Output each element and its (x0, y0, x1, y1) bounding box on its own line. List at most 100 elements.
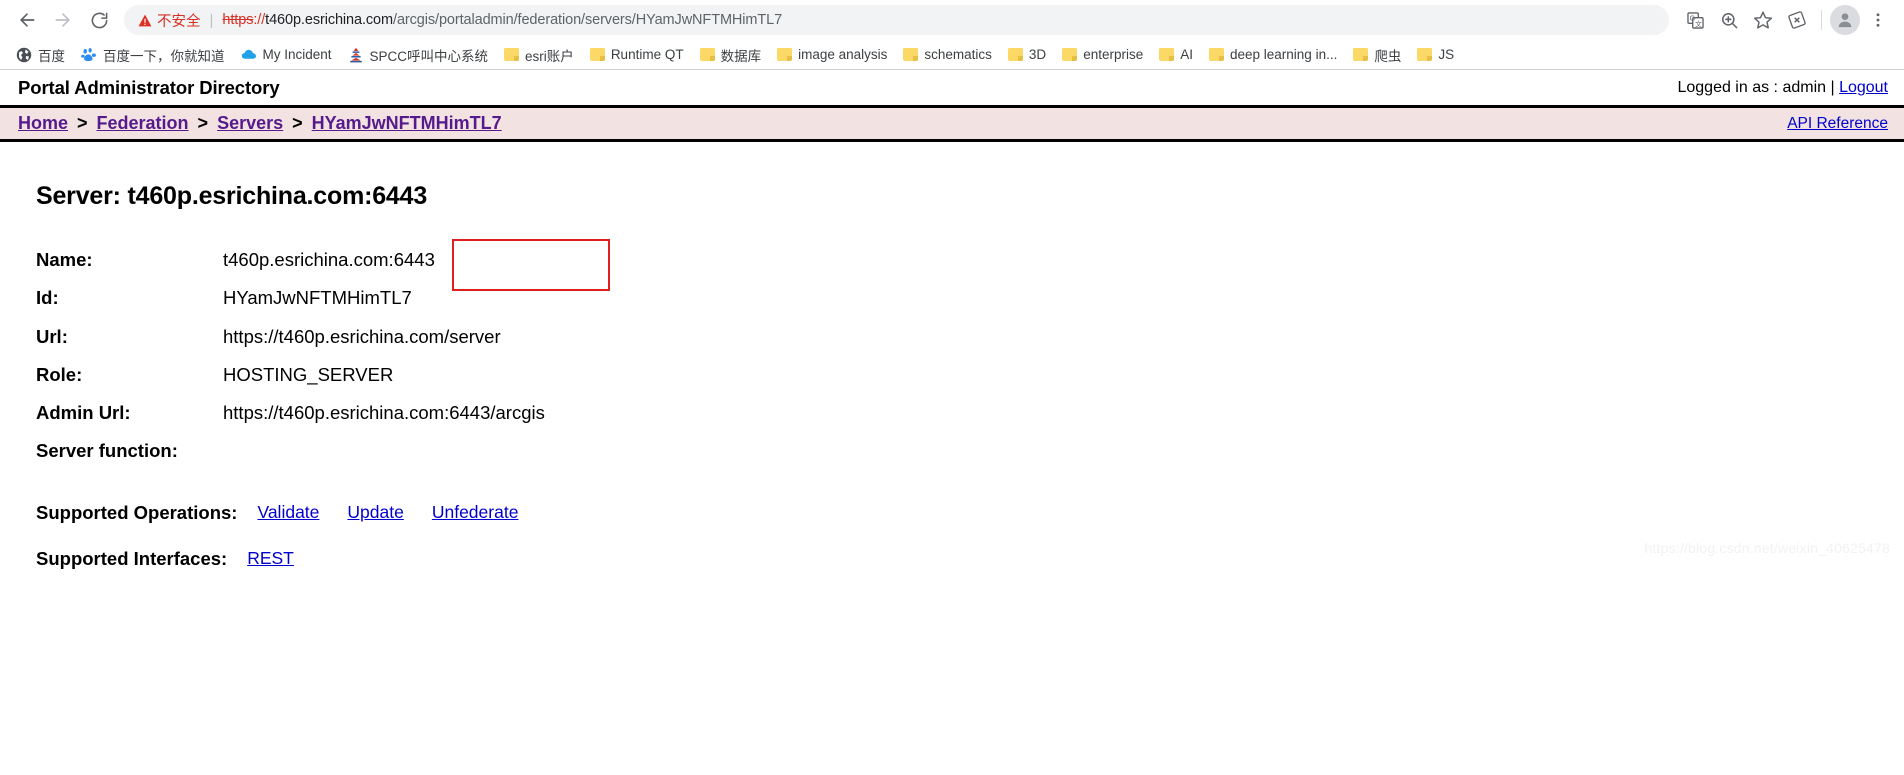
property-label: Admin Url: (36, 402, 131, 424)
supported-interfaces-row: Supported Interfaces: REST (36, 548, 1904, 570)
login-status: Logged in as : admin | Logout (1677, 79, 1888, 97)
insecure-indicator[interactable]: 不安全 (138, 10, 201, 31)
portal-header: Portal Administrator Directory Logged in… (0, 70, 1904, 108)
bookmark-folder-enterprise[interactable]: enterprise (1054, 44, 1151, 65)
portal-admin-page: Portal Administrator Directory Logged in… (0, 70, 1904, 570)
bookmark-label: 百度 (38, 48, 65, 64)
breadcrumb-separator: > (77, 113, 88, 133)
forward-button[interactable] (46, 3, 80, 37)
bookmark-star-icon[interactable] (1747, 4, 1779, 36)
property-value: https://t460p.esrichina.com/server (223, 325, 501, 347)
bookmark-label: JS (1438, 47, 1455, 62)
bookmark-folder-schematics[interactable]: schematics (895, 44, 1000, 65)
folder-icon (589, 48, 605, 61)
back-button[interactable] (10, 3, 44, 37)
profile-avatar-icon[interactable] (1830, 5, 1860, 35)
extension-icon[interactable] (1781, 4, 1813, 36)
baidu-paw-icon (81, 47, 96, 61)
bookmark-folder-ai[interactable]: AI (1151, 44, 1201, 65)
table-row: Name: t460p.esrichina.com:6443 (36, 249, 545, 287)
warning-triangle-icon (138, 14, 152, 26)
watermark: https://blog.csdn.net/weixin_40625478 (1644, 539, 1890, 556)
bookmark-folder-crawler[interactable]: 爬虫 (1345, 42, 1409, 68)
bookmark-label: SPCC呼叫中心系统 (369, 48, 489, 64)
property-label: Role: (36, 363, 83, 385)
bookmark-folder-deep-learning[interactable]: deep learning in... (1201, 44, 1345, 65)
folder-icon (1007, 48, 1023, 61)
api-reference: API Reference (1787, 115, 1888, 133)
breadcrumb-trail: Home > Federation > Servers > HYamJwNFTM… (18, 113, 502, 134)
bookmark-label: enterprise (1083, 47, 1144, 62)
three-dot-menu-icon[interactable] (1862, 4, 1894, 36)
breadcrumb-item-server-id[interactable]: HYamJwNFTMHimTL7 (312, 113, 502, 134)
property-label: Url: (36, 325, 68, 347)
supported-operations-label: Supported Operations: (36, 501, 238, 523)
main-content: Server: t460p.esrichina.com:6443 Name: t… (0, 142, 1904, 570)
cloud-icon (241, 49, 256, 59)
bookmark-label: Runtime QT (610, 47, 684, 62)
bookmark-label: My Incident (262, 47, 332, 62)
breadcrumb-item-federation[interactable]: Federation (97, 113, 189, 134)
folder-icon (903, 48, 919, 61)
property-value: HYamJwNFTMHimTL7 (223, 287, 412, 309)
folder-icon (1353, 48, 1369, 61)
api-reference-link[interactable]: API Reference (1787, 115, 1888, 132)
update-link[interactable]: Update (347, 502, 403, 523)
bookmarks-bar: 百度 百度一下，你就知道 My Incident SPCC呼叫中心系统 esri… (0, 40, 1904, 70)
folder-icon (504, 48, 520, 61)
breadcrumb-item-servers[interactable]: Servers (217, 113, 283, 134)
bookmark-my-incident[interactable]: My Incident (233, 44, 340, 66)
svg-text:G: G (1689, 14, 1695, 22)
validate-link[interactable]: Validate (257, 502, 319, 523)
property-value (223, 440, 545, 478)
bookmark-label: esri账户 (525, 48, 574, 64)
table-row: Url: https://t460p.esrichina.com/server (36, 326, 545, 364)
supported-operations-row: Supported Operations: Validate Update Un… (36, 502, 1904, 524)
bookmark-folder-runtime-qt[interactable]: Runtime QT (582, 44, 692, 65)
property-value: https://t460p.esrichina.com:6443/arcgis (223, 402, 545, 424)
bookmark-baidu[interactable]: 百度 (8, 42, 73, 68)
property-label: Name: (36, 249, 93, 270)
property-value: t460p.esrichina.com:6443 (223, 249, 435, 270)
logout-link[interactable]: Logout (1839, 79, 1888, 96)
server-properties-table: Name: t460p.esrichina.com:6443 Id: HYamJ… (36, 249, 545, 479)
rest-link[interactable]: REST (247, 548, 294, 569)
property-value: HOSTING_SERVER (223, 363, 394, 385)
url-scheme: https (222, 12, 254, 28)
unfederate-link[interactable]: Unfederate (432, 502, 519, 523)
bookmark-label: deep learning in... (1230, 47, 1338, 62)
bookmark-folder-3d[interactable]: 3D (1000, 44, 1054, 65)
bookmark-label: 数据库 (720, 48, 762, 64)
bookmark-label: AI (1180, 47, 1193, 62)
translate-icon[interactable]: G 文 (1679, 4, 1711, 36)
bookmark-folder-esri[interactable]: esri账户 (496, 42, 582, 68)
pagoda-icon (349, 47, 362, 62)
folder-icon (1159, 48, 1175, 61)
url-text: https://t460p.esrichina.com/arcgis/porta… (222, 12, 782, 28)
url-host: t460p.esrichina.com (265, 12, 394, 28)
folder-icon (1062, 48, 1078, 61)
bookmark-baidu-search[interactable]: 百度一下，你就知道 (73, 42, 233, 68)
address-bar[interactable]: 不安全 | https://t460p.esrichina.com/arcgis… (124, 5, 1669, 35)
bookmark-label: 百度一下，你就知道 (103, 48, 225, 64)
login-separator: | (1826, 78, 1840, 96)
property-label: Id: (36, 287, 59, 309)
folder-icon (1209, 48, 1224, 61)
bookmark-folder-database[interactable]: 数据库 (692, 42, 770, 68)
supported-operations-links: Validate Update Unfederate (257, 502, 518, 523)
bookmark-folder-image-analysis[interactable]: image analysis (769, 44, 895, 65)
omnibox-separator: | (209, 11, 214, 29)
supported-interfaces-links: REST (247, 548, 294, 569)
breadcrumb-separator: > (292, 113, 303, 133)
reload-button[interactable] (82, 3, 116, 37)
zoom-search-icon[interactable] (1713, 4, 1745, 36)
breadcrumb: Home > Federation > Servers > HYamJwNFTM… (0, 108, 1904, 142)
folder-icon (1417, 48, 1433, 61)
breadcrumb-separator: > (197, 113, 209, 133)
bookmark-folder-js[interactable]: JS (1409, 44, 1462, 65)
table-row: Server function: (36, 440, 545, 478)
bookmark-spcc[interactable]: SPCC呼叫中心系统 (340, 42, 497, 68)
bookmark-label: schematics (924, 47, 992, 62)
server-heading: Server: t460p.esrichina.com:6443 (36, 182, 428, 210)
breadcrumb-item-home[interactable]: Home (18, 113, 68, 134)
